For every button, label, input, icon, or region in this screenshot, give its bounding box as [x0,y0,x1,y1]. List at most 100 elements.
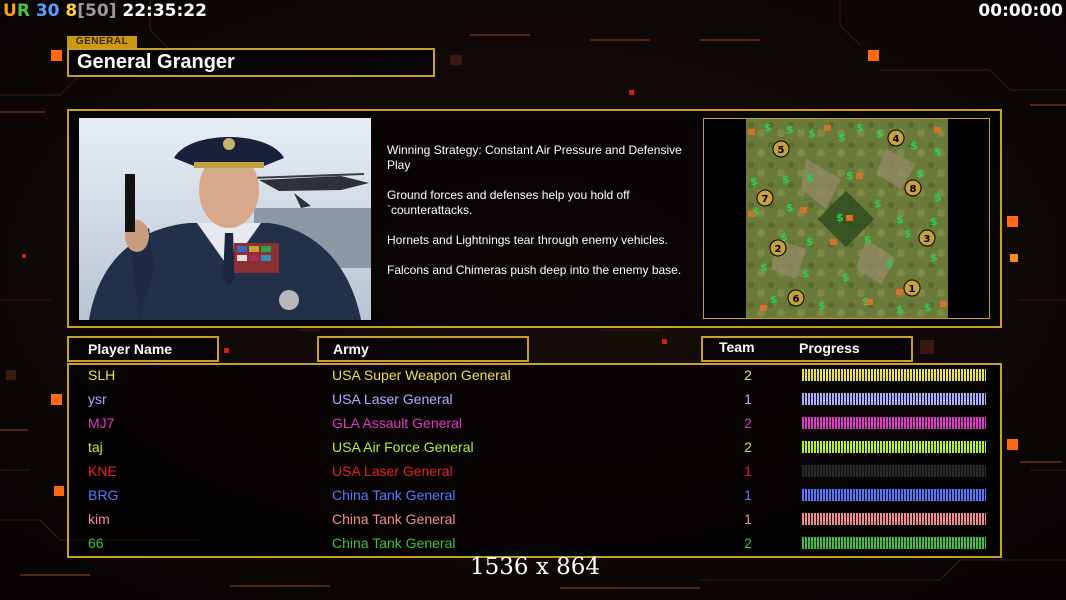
progress-bar-fill [802,369,986,381]
svg-text:2: 2 [775,244,782,255]
player-row: taj USA Air Force General 2 [69,438,1004,462]
svg-text:$: $ [876,127,884,140]
progress-bar [802,369,986,381]
progress-bar [802,513,986,525]
player-name: MJ7 [88,415,115,431]
progress-bar [802,465,986,477]
strategy-line-3: Hornets and Lightnings tear through enem… [387,233,668,247]
hud-30: 30 [35,1,60,21]
svg-text:$: $ [896,303,904,316]
player-row: ysr USA Laser General 1 [69,390,1004,414]
player-team: 1 [744,487,752,503]
player-army: USA Laser General [332,391,453,407]
svg-text:$: $ [930,215,938,228]
progress-bar-fill [802,441,986,453]
svg-text:$: $ [750,175,758,188]
svg-text:$: $ [842,271,850,284]
progress-bar-fill [802,489,986,501]
player-team: 2 [744,535,752,551]
player-row: kim China Tank General 1 [69,510,1004,534]
progress-bar-fill [802,537,986,549]
svg-text:$: $ [764,121,772,134]
svg-text:$: $ [904,227,912,240]
svg-text:1: 1 [909,284,916,295]
progress-bar-fill [802,393,986,405]
svg-text:$: $ [924,301,932,314]
strategy-line-2: Ground forces and defenses help you hold… [387,188,630,217]
hud-r: R [16,1,30,21]
player-army: China Tank General [332,511,456,527]
svg-text:$: $ [818,299,826,312]
progress-bar [802,417,986,429]
header-army: Army [317,336,529,362]
header-team: Team [719,339,755,355]
svg-text:$: $ [836,211,844,224]
progress-bar-fill [802,513,986,525]
player-team: 2 [744,439,752,455]
player-army: China Tank General [332,487,456,503]
svg-text:$: $ [786,201,794,214]
player-table: SLH USA Super Weapon General 2 ysr USA Laser… [67,363,1002,558]
strategy-line-1: Winning Strategy: Constant Air Pressure … [387,143,682,172]
player-row: BRG China Tank General 1 [69,486,1004,510]
svg-text:$: $ [916,167,924,180]
hud-u: U [3,1,17,21]
player-army: USA Super Weapon General [332,367,511,383]
player-row: MJ7 GLA Assault General 2 [69,414,1004,438]
svg-text:6: 6 [793,294,800,305]
svg-text:$: $ [760,261,768,274]
svg-text:4: 4 [893,134,900,145]
player-name: 66 [88,535,104,551]
svg-text:$: $ [808,127,816,140]
svg-text:$: $ [806,171,814,184]
svg-text:$: $ [874,197,882,210]
player-team: 1 [744,511,752,527]
progress-bar [802,441,986,453]
player-army: GLA Assault General [332,415,462,431]
player-name: SLH [88,367,116,383]
general-tag: GENERAL [67,36,137,48]
player-name: BRG [88,487,119,503]
player-name: kim [88,511,110,527]
map-preview: $ $ $ $ $ $$ $ $ $ $ $ $$$ $ $$$ $ $ $ $ $ $ $ $$ $$ $ $ … [746,119,948,318]
general-name: General Granger [67,48,435,77]
player-army: China Tank General [332,535,456,551]
svg-text:$: $ [934,191,942,204]
resolution-watermark: 1536 x 864 [470,554,601,580]
svg-text:$: $ [786,123,794,136]
svg-text:$: $ [930,251,938,264]
svg-text:$: $ [886,257,894,270]
svg-text:$: $ [838,131,846,144]
player-team: 2 [744,367,752,383]
header-progress: Progress [799,340,860,356]
player-row: KNE USA Laser General 1 [69,462,1004,486]
player-name: taj [88,439,103,455]
svg-text:3: 3 [924,234,931,245]
progress-bar [802,537,986,549]
hud-clock: 22:35:22 [122,1,207,21]
fps-ping-hud: UR 30 8[50] 22:35:22 [3,0,207,22]
strategy-text: Winning Strategy: Constant Air Pressure … [387,143,697,293]
svg-text:$: $ [896,213,904,226]
progress-bar-fill [802,465,986,477]
svg-text:$: $ [864,233,872,246]
svg-text:7: 7 [762,194,769,205]
player-row: SLH USA Super Weapon General 2 [69,366,1004,390]
player-name: ysr [88,391,107,407]
player-army: USA Air Force General [332,439,474,455]
svg-text:$: $ [846,169,854,182]
hud-8: 8 [65,1,78,21]
progress-bar [802,393,986,405]
player-name: KNE [88,463,117,479]
svg-text:$: $ [782,173,790,186]
strategy-line-4: Falcons and Chimeras push deep into the … [387,263,682,277]
svg-text:$: $ [910,139,918,152]
player-team: 2 [744,415,752,431]
svg-text:$: $ [802,267,810,280]
progress-bar-fill [802,417,986,429]
svg-text:$: $ [770,293,778,306]
progress-bar [802,489,986,501]
hud-bracket: [50] [77,1,117,21]
svg-text:$: $ [856,121,864,134]
player-team: 1 [744,391,752,407]
